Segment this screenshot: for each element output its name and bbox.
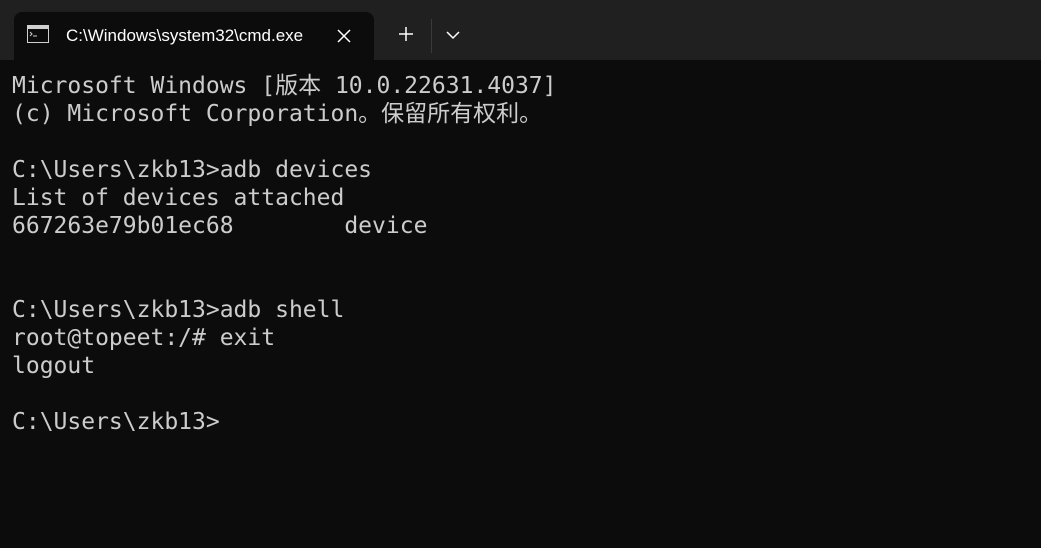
tab-dropdown-button[interactable] xyxy=(440,23,466,49)
tab-cmd[interactable]: C:\Windows\system32\cmd.exe xyxy=(14,12,374,60)
plus-icon xyxy=(398,26,414,47)
terminal-line: C:\Users\zkb13>adb devices xyxy=(12,157,373,183)
title-bar: C:\Windows\system32\cmd.exe xyxy=(0,0,1041,60)
cmd-icon xyxy=(27,25,49,43)
terminal-output[interactable]: Microsoft Windows [版本 10.0.22631.4037] (c… xyxy=(12,72,1041,548)
tab-divider xyxy=(431,19,432,53)
terminal-line: 667263e79b01ec68 device xyxy=(12,213,428,239)
terminal-line: Microsoft Windows [版本 10.0.22631.4037] xyxy=(12,73,557,99)
close-icon[interactable] xyxy=(332,24,356,48)
terminal-line: C:\Users\zkb13> xyxy=(12,409,220,435)
terminal-line: (c) Microsoft Corporation。保留所有权利。 xyxy=(12,101,543,127)
terminal-window: C:\Windows\system32\cmd.exe Microsoft Wi… xyxy=(0,0,1041,548)
terminal-line: C:\Users\zkb13>adb shell xyxy=(12,297,345,323)
terminal-line: root@topeet:/# exit xyxy=(12,325,276,351)
terminal-line: logout xyxy=(12,353,96,379)
terminal-line: List of devices attached xyxy=(12,185,345,211)
chevron-down-icon xyxy=(446,27,460,45)
tab-title: C:\Windows\system32\cmd.exe xyxy=(66,26,304,45)
new-tab-button[interactable] xyxy=(392,23,420,49)
